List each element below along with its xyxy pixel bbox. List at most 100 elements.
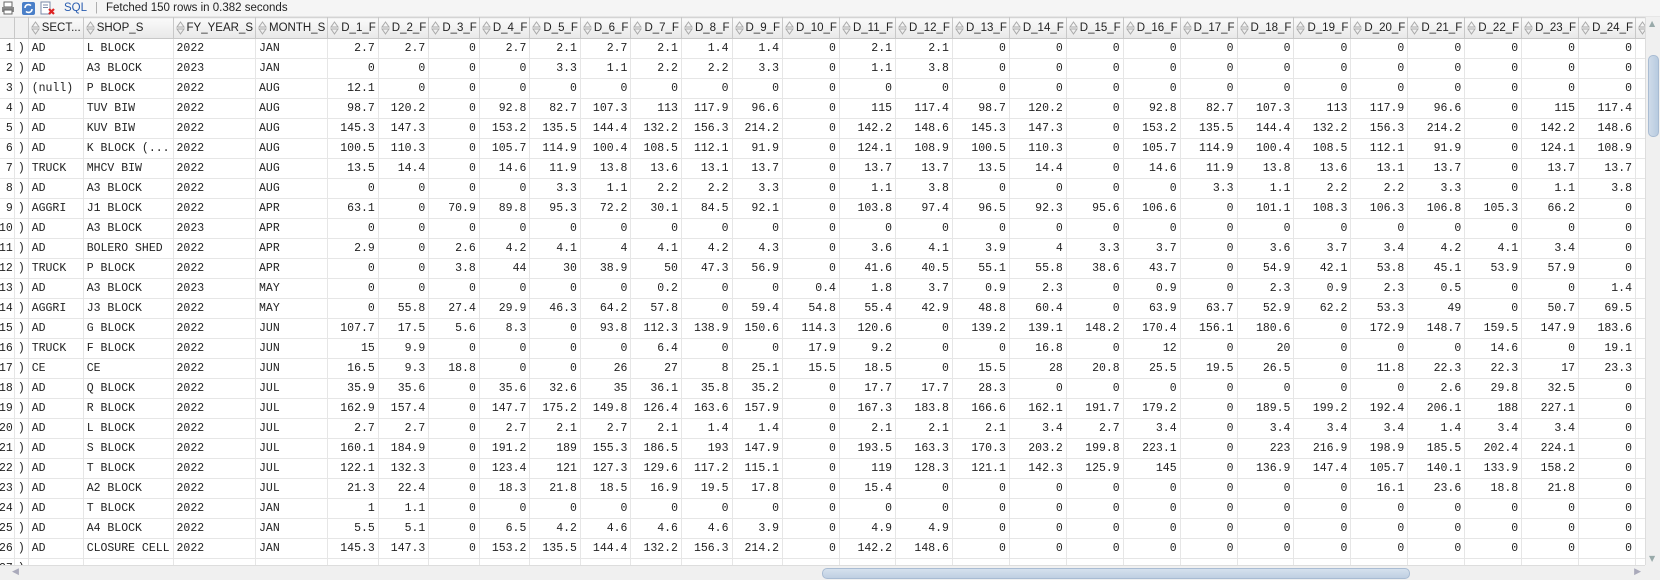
table-cell[interactable]: 2023: [172, 218, 257, 239]
row-number[interactable]: 8: [0, 178, 15, 199]
table-row[interactable]: 16) TRUCK F BLOCK 2022 JUN 15 9.9 0 0 0 0 6.4 0 0 17.9…: [0, 338, 1645, 359]
horizontal-scrollbar[interactable]: ◀ ▶: [0, 565, 1645, 580]
table-cell[interactable]: 120.2: [377, 98, 430, 119]
table-cell[interactable]: 0.4: [782, 278, 840, 299]
sort-icon[interactable]: [841, 21, 853, 35]
table-cell[interactable]: AUG: [255, 78, 329, 99]
table-cell[interactable]: F BLOCK: [82, 338, 174, 359]
table-cell[interactable]: 155.3: [579, 438, 632, 459]
table-cell[interactable]: 21.3: [327, 478, 379, 499]
table-cell[interactable]: 95.3: [529, 198, 581, 219]
table-cell[interactable]: Q BLOCK: [82, 378, 174, 399]
table-row[interactable]: 14) AGGRI J3 BLOCK 2022 MAY 0 55.8 27.4 29.9 46.3…: [0, 298, 1645, 319]
table-cell[interactable]: G BLOCK: [82, 318, 174, 339]
table-cell[interactable]: 0: [1065, 58, 1124, 79]
table-cell[interactable]: 0: [1578, 398, 1636, 419]
table-cell[interactable]: 2022: [172, 98, 257, 119]
table-cell[interactable]: 0: [1179, 518, 1238, 539]
table-cell[interactable]: 18.5: [838, 358, 897, 379]
table-cell[interactable]: 0: [1236, 78, 1295, 99]
table-cell[interactable]: 0: [1065, 138, 1124, 159]
table-cell[interactable]: 0: [782, 78, 840, 99]
table-cell[interactable]: 46.3: [529, 298, 581, 319]
table-cell[interactable]: 103.8: [838, 198, 897, 219]
table-cell[interactable]: 191.2: [478, 438, 531, 459]
table-cell[interactable]: 14.4: [1008, 158, 1067, 179]
column-header[interactable]: D_14_F: [1008, 17, 1067, 39]
table-cell[interactable]: TRUCK: [27, 158, 84, 179]
table-cell[interactable]: 0: [1065, 538, 1124, 559]
table-cell[interactable]: 0: [529, 498, 581, 519]
table-cell[interactable]: 0: [1179, 278, 1238, 299]
table-row[interactable]: 3) (null) P BLOCK 2022 AUG 12.1 0 0 0 0 0 0 0 0 0 0 0 0 0 0…: [0, 78, 1645, 99]
table-cell[interactable]: S BLOCK: [82, 438, 174, 459]
column-header[interactable]: D_4_F: [478, 17, 531, 39]
table-cell[interactable]: 144.4: [579, 118, 632, 139]
table-cell[interactable]: 0: [1464, 38, 1523, 59]
table-cell[interactable]: 0: [1179, 538, 1238, 559]
table-cell[interactable]: 0: [680, 278, 733, 299]
table-cell[interactable]: [1635, 338, 1645, 359]
table-cell[interactable]: 12.1: [327, 78, 379, 99]
table-cell[interactable]: 98.7: [951, 98, 1010, 119]
table-cell[interactable]: 3.4: [1521, 418, 1580, 439]
table-cell[interactable]: 2022: [172, 378, 257, 399]
row-number[interactable]: 2: [0, 58, 15, 79]
table-cell[interactable]: 53.9: [1464, 258, 1523, 279]
table-cell[interactable]: AD: [27, 478, 84, 499]
table-cell[interactable]: 0: [1236, 218, 1295, 239]
table-cell[interactable]: 0: [1236, 378, 1295, 399]
table-cell[interactable]: 0: [1179, 58, 1238, 79]
table-cell[interactable]: 199.2: [1293, 398, 1352, 419]
sort-icon[interactable]: [85, 21, 97, 35]
table-cell[interactable]: 115: [1521, 98, 1580, 119]
table-cell[interactable]: 198.9: [1350, 438, 1409, 459]
table-cell[interactable]: 0: [895, 358, 953, 379]
row-number[interactable]: 9: [0, 198, 15, 219]
table-cell[interactable]: 147.9: [1521, 318, 1580, 339]
table-cell[interactable]: 4.2: [529, 518, 581, 539]
table-cell[interactable]: 0: [1578, 378, 1636, 399]
table-cell[interactable]: 2023: [172, 278, 257, 299]
table-cell[interactable]: 119: [838, 458, 897, 479]
table-cell[interactable]: 0: [327, 218, 379, 239]
table-cell[interactable]: 0: [1521, 518, 1580, 539]
table-cell[interactable]: 170.4: [1122, 318, 1181, 339]
table-cell[interactable]: 0.2: [630, 278, 682, 299]
table-cell[interactable]: JUL: [255, 458, 329, 479]
table-cell[interactable]: 135.5: [1179, 118, 1238, 139]
table-cell[interactable]: AD: [27, 98, 84, 119]
table-cell[interactable]: JAN: [255, 518, 329, 539]
table-cell[interactable]: AD: [27, 278, 84, 299]
row-number[interactable]: 25: [0, 518, 15, 539]
table-row[interactable]: 2) AD A3 BLOCK 2023 JAN 0 0 0 0 3.3 1.1 2.2 2.2 3.3 0 1…: [0, 58, 1645, 79]
table-cell[interactable]: 100.4: [1236, 138, 1295, 159]
table-cell[interactable]: 203.2: [1008, 438, 1067, 459]
table-cell[interactable]: 106.3: [1350, 198, 1409, 219]
table-cell[interactable]: 48.8: [951, 298, 1010, 319]
row-number[interactable]: 1: [0, 38, 15, 59]
table-cell[interactable]: 0: [1407, 518, 1466, 539]
table-cell[interactable]: 0: [428, 178, 480, 199]
table-cell[interactable]: 13.7: [731, 158, 784, 179]
table-cell[interactable]: 2022: [172, 118, 257, 139]
table-cell[interactable]: 114.9: [1179, 138, 1238, 159]
table-cell[interactable]: 52.9: [1236, 298, 1295, 319]
table-cell[interactable]: 2.6: [428, 238, 480, 259]
table-cell[interactable]: 3.7: [1293, 238, 1352, 259]
table-cell[interactable]: 29.9: [478, 298, 531, 319]
row-number[interactable]: 26: [0, 538, 15, 559]
table-cell[interactable]: 220: [1635, 438, 1645, 459]
table-cell[interactable]: 2.1: [630, 418, 682, 439]
column-header[interactable]: D_16_F: [1122, 17, 1181, 39]
table-cell[interactable]: 12: [1122, 338, 1181, 359]
table-cell[interactable]: 0: [782, 418, 840, 439]
table-cell[interactable]: 0: [1521, 58, 1580, 79]
table-cell[interactable]: 107.3: [1236, 98, 1295, 119]
table-cell[interactable]: 216.9: [1293, 438, 1352, 459]
table-cell[interactable]: 15.4: [838, 478, 897, 499]
table-cell[interactable]: 106.8: [1407, 198, 1466, 219]
table-cell[interactable]: [1635, 498, 1645, 519]
table-cell[interactable]: 63.1: [327, 198, 379, 219]
table-cell[interactable]: 138.9: [680, 318, 733, 339]
